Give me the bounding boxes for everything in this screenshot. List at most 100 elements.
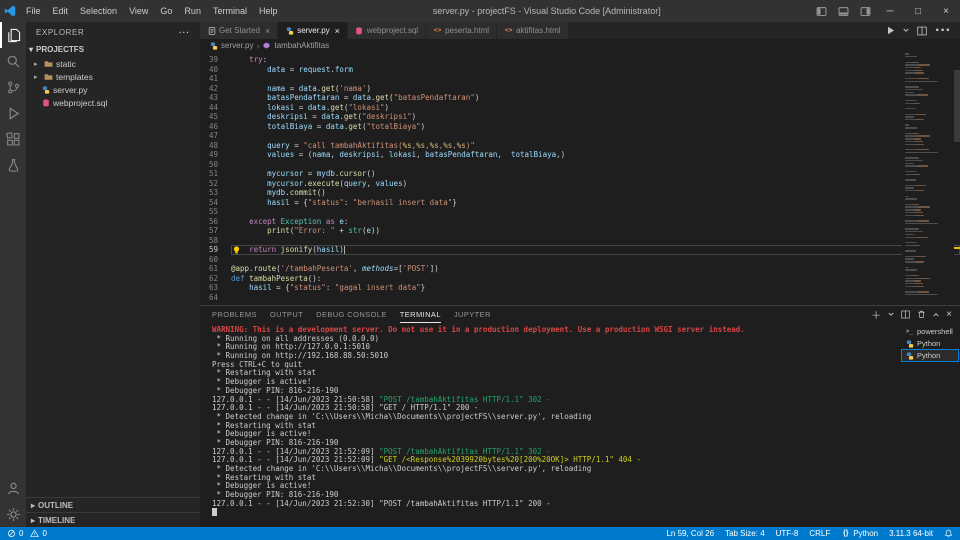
close-button[interactable]: ×	[932, 0, 960, 22]
split-terminal-icon[interactable]	[901, 310, 910, 319]
terminal-instance-python[interactable]: Python	[902, 338, 958, 349]
code-line-58: 58	[200, 236, 960, 246]
tab-peserta-html[interactable]: <> peserta.html	[426, 22, 498, 39]
code-editor[interactable]: 39 try: 40 data = request.form 41 42 nama =…	[200, 52, 960, 305]
settings-gear-icon[interactable]	[0, 501, 26, 527]
menu-help[interactable]: Help	[253, 0, 284, 22]
breadcrumb-item-server-py[interactable]: server.py	[209, 41, 253, 50]
source-control-icon[interactable]	[0, 74, 26, 100]
testing-icon[interactable]	[0, 152, 26, 178]
panel-tab-terminal[interactable]: TERMINAL	[399, 306, 441, 323]
code-line-text[interactable]: @app.route('/tambahPeserta', methods=['P…	[231, 264, 960, 274]
status-ln-59-col-26[interactable]: Ln 59, Col 26	[666, 529, 714, 538]
run-python-file-button[interactable]	[887, 26, 895, 35]
search-icon[interactable]	[0, 48, 26, 74]
close-panel-icon[interactable]: ×	[946, 309, 952, 320]
toggle-sidebar-icon[interactable]	[810, 0, 832, 22]
code-line-text[interactable]: nama = data.get('nama')	[231, 84, 960, 94]
extensions-icon[interactable]	[0, 126, 26, 152]
code-line-text[interactable]	[231, 236, 960, 246]
code-line-text[interactable]	[231, 131, 960, 141]
status-crlf[interactable]: CRLF	[809, 529, 830, 538]
tab-webproject-sql[interactable]: webproject.sql	[347, 22, 427, 39]
code-line-text[interactable]: except Exception as e:	[231, 217, 960, 227]
code-line-text[interactable]: mydb.commit()	[231, 188, 960, 198]
breadcrumb-item-tambahaktifitas[interactable]: tambahAktifitas	[262, 41, 329, 50]
kill-terminal-icon[interactable]	[917, 310, 926, 319]
terminal-instance-python[interactable]: Python	[901, 349, 959, 362]
customize-layout-icon[interactable]	[854, 0, 876, 22]
minimap[interactable]	[902, 52, 954, 305]
project-root-header[interactable]: ▾ PROJECTFS	[26, 42, 200, 57]
menu-file[interactable]: File	[20, 0, 47, 22]
editor-more-actions-icon[interactable]: ···	[935, 22, 951, 40]
code-line-text[interactable]: def tambahPeserta():	[231, 274, 960, 284]
terminal-instance-powershell[interactable]: >_ powershell	[902, 326, 958, 337]
panel-tab-problems[interactable]: PROBLEMS	[212, 306, 257, 323]
code-line-text[interactable]: print("Error: " + str(e))	[231, 226, 960, 236]
explorer-item-templates[interactable]: ▸ templates	[26, 70, 200, 83]
close-tab-icon[interactable]: ×	[265, 26, 270, 36]
menu-edit[interactable]: Edit	[47, 0, 75, 22]
code-line-text[interactable]: values = (nama, deskripsi, lokasi, batas…	[231, 150, 960, 160]
code-line-text[interactable]: mycursor = mydb.cursor()	[231, 169, 960, 179]
minimize-button[interactable]: ─	[876, 0, 904, 22]
status-tab-size-4[interactable]: Tab Size: 4	[725, 529, 765, 538]
split-editor-icon[interactable]	[917, 26, 927, 36]
lightbulb-icon[interactable]	[233, 245, 240, 254]
menu-go[interactable]: Go	[154, 0, 178, 22]
code-line-text[interactable]: mycursor.execute(query, values)	[231, 179, 960, 189]
maximize-button[interactable]: □	[904, 0, 932, 22]
code-line-text[interactable]: hasil = {"status": "berhasil insert data…	[231, 198, 960, 208]
menu-terminal[interactable]: Terminal	[207, 0, 253, 22]
code-line-text[interactable]	[231, 293, 960, 303]
tab-get-started[interactable]: Get Started ×	[200, 22, 279, 39]
timeline-section[interactable]: ▸ TIMELINE	[26, 512, 200, 527]
toggle-panel-icon[interactable]	[832, 0, 854, 22]
code-line-text[interactable]: deskripsi = data.get("deskripsi")	[231, 112, 960, 122]
outline-section[interactable]: ▸ OUTLINE	[26, 497, 200, 512]
explorer-item-static[interactable]: ▸ static	[26, 57, 200, 70]
status-3-11-3-64-bit[interactable]: 3.11.3 64-bit	[889, 529, 933, 538]
run-debug-icon[interactable]	[0, 100, 26, 126]
notifications-bell-icon[interactable]	[944, 529, 953, 538]
new-terminal-icon[interactable]: ＋	[871, 307, 881, 322]
code-line-text[interactable]	[231, 74, 960, 84]
status-utf-8[interactable]: UTF-8	[776, 529, 799, 538]
panel-tab-debug-console[interactable]: DEBUG CONSOLE	[316, 306, 387, 323]
code-line-text[interactable]: query = "call tambahAktifitas(%s,%s,%s,%…	[231, 141, 960, 151]
tab-server-py[interactable]: server.py ×	[278, 22, 348, 39]
explorer-icon[interactable]	[0, 22, 26, 48]
explorer-item-webproject-sql[interactable]: webproject.sql	[26, 96, 200, 109]
panel-tab-output[interactable]: OUTPUT	[270, 306, 303, 323]
code-line-52: 52 mycursor.execute(query, values)	[200, 179, 960, 189]
editor-scrollbar[interactable]	[954, 52, 960, 305]
close-tab-icon[interactable]: ×	[335, 26, 340, 36]
terminal-profile-dropdown-icon[interactable]	[888, 312, 894, 317]
code-line-text[interactable]: batasPendaftaran = data.get("batasPendaf…	[231, 93, 960, 103]
explorer-item-server-py[interactable]: server.py	[26, 83, 200, 96]
code-line-text[interactable]	[231, 160, 960, 170]
maximize-panel-icon[interactable]	[933, 312, 939, 317]
run-dropdown-icon[interactable]	[903, 28, 909, 33]
code-line-text[interactable]	[231, 255, 960, 265]
status-errors[interactable]: 0	[7, 529, 23, 538]
menu-selection[interactable]: Selection	[74, 0, 123, 22]
code-line-text[interactable]: data = request.form	[231, 65, 960, 75]
status-warnings[interactable]: 0	[30, 529, 47, 538]
menu-run[interactable]: Run	[178, 0, 207, 22]
code-line-text[interactable]: return jsonify(hasil)	[231, 245, 960, 255]
panel-tab-jupyter[interactable]: JUPYTER	[454, 306, 491, 323]
status-python[interactable]: {} Python	[841, 529, 878, 538]
code-line-text[interactable]: lokasi = data.get("lokasi")	[231, 103, 960, 113]
explorer-more-actions-icon[interactable]: ···	[179, 28, 190, 37]
code-line-text[interactable]: totalBiaya = data.get("totalBiaya")	[231, 122, 960, 132]
terminal-output[interactable]: WARNING: This is a development server. D…	[200, 323, 900, 527]
code-line-text[interactable]: hasil = {"status": "gagal insert data"}	[231, 283, 960, 293]
menu-view[interactable]: View	[123, 0, 154, 22]
tab-aktifitas-html[interactable]: <> aktifitas.html	[497, 22, 569, 39]
code-line-text[interactable]: try:	[231, 55, 960, 65]
account-icon[interactable]	[0, 475, 26, 501]
code-line-39: 39 try:	[200, 55, 960, 65]
code-line-text[interactable]	[231, 207, 960, 217]
